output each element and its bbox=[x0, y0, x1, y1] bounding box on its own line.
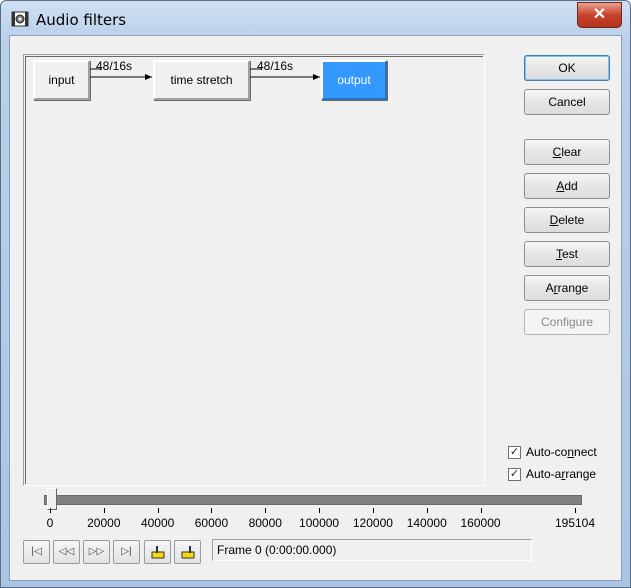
timeline-tick-label: 60000 bbox=[194, 516, 229, 530]
timeline-tick bbox=[265, 508, 267, 513]
timeline-tick bbox=[50, 508, 51, 513]
timeline-tick bbox=[319, 508, 321, 513]
title-bar[interactable]: Audio filters ✕ bbox=[1, 1, 630, 35]
rewind-icon[interactable]: ◁◁ bbox=[53, 540, 80, 564]
timeline-tick bbox=[372, 508, 374, 513]
auto-arrange-label-pre: Auto-a bbox=[526, 467, 562, 481]
audio-filters-window: Audio filters ✕ input time stretch outpu… bbox=[0, 0, 631, 588]
delete-mnemonic: D bbox=[549, 213, 559, 227]
timeline-tick-label: 195104 bbox=[554, 516, 596, 530]
filter-connections bbox=[90, 68, 320, 80]
timeline-tick bbox=[157, 508, 159, 513]
delete-button[interactable]: Delete bbox=[524, 207, 610, 233]
edge-label-input: 48/16s bbox=[96, 59, 133, 73]
timeline-tick bbox=[426, 508, 428, 513]
end-icon[interactable]: ▷| bbox=[113, 540, 140, 564]
delete-label-rest: elete bbox=[558, 213, 585, 227]
test-label-rest: est bbox=[561, 247, 578, 261]
frame-status: Frame 0 (0:00:00.000) bbox=[212, 539, 532, 561]
checkmark-icon[interactable]: ✓ bbox=[508, 446, 521, 459]
mark-in-icon[interactable] bbox=[144, 540, 171, 564]
timeline-tick-label: 20000 bbox=[87, 516, 121, 530]
timeline-thumb[interactable] bbox=[47, 488, 57, 510]
clear-button[interactable]: Clear bbox=[524, 139, 610, 165]
timeline-tick-label: 100000 bbox=[299, 516, 340, 530]
window-title: Audio filters bbox=[36, 11, 127, 29]
timeline-tick-label: 80000 bbox=[248, 516, 282, 530]
timeline-tick-label: 140000 bbox=[406, 516, 447, 530]
dialog-client-area: input time stretch output 48/16s 48/16s bbox=[9, 35, 622, 581]
auto-connect-label-pre: Auto-co bbox=[526, 445, 568, 459]
close-button[interactable]: ✕ bbox=[577, 2, 622, 28]
auto-arrange-label-rest: range bbox=[565, 467, 597, 481]
edge-label-time-stretch: 48/16s bbox=[257, 59, 294, 73]
timeline-tick bbox=[480, 508, 482, 513]
timeline-tick-label: 120000 bbox=[352, 516, 393, 530]
auto-connect-label: Auto-connect bbox=[526, 445, 597, 459]
arrange-label-pre: A bbox=[545, 281, 554, 295]
checkmark-icon[interactable]: ✓ bbox=[508, 468, 521, 481]
test-button[interactable]: Test bbox=[524, 241, 610, 267]
cancel-button[interactable]: Cancel bbox=[524, 89, 610, 115]
add-button[interactable]: Add bbox=[524, 173, 610, 199]
timeline-tick-label: 160000 bbox=[460, 516, 501, 530]
auto-connect-label-rest: nect bbox=[574, 445, 597, 459]
timeline-tick bbox=[103, 508, 105, 513]
ok-button[interactable]: OK bbox=[524, 55, 610, 81]
timeline-tick-label: 0 bbox=[46, 516, 54, 530]
arrange-label-rest: range bbox=[557, 281, 589, 295]
timeline-track[interactable] bbox=[44, 495, 582, 505]
fast-forward-icon[interactable]: ▷▷ bbox=[83, 540, 110, 564]
arrange-button[interactable]: Arrange bbox=[524, 275, 610, 301]
gear-film-icon bbox=[11, 11, 29, 27]
timeline-tick bbox=[575, 508, 576, 513]
timeline-tick bbox=[211, 508, 213, 513]
configure-button[interactable]: Configure bbox=[524, 309, 610, 335]
timeline-tick-label: 40000 bbox=[140, 516, 175, 530]
auto-arrange-label: Auto-arrange bbox=[526, 467, 596, 481]
clear-label-rest: lear bbox=[561, 145, 582, 159]
add-label-rest: dd bbox=[564, 179, 578, 193]
mark-out-icon[interactable] bbox=[174, 540, 201, 564]
start-icon[interactable]: |◁ bbox=[23, 540, 50, 564]
filter-graph-canvas[interactable]: input time stretch output 48/16s 48/16s bbox=[23, 54, 485, 486]
